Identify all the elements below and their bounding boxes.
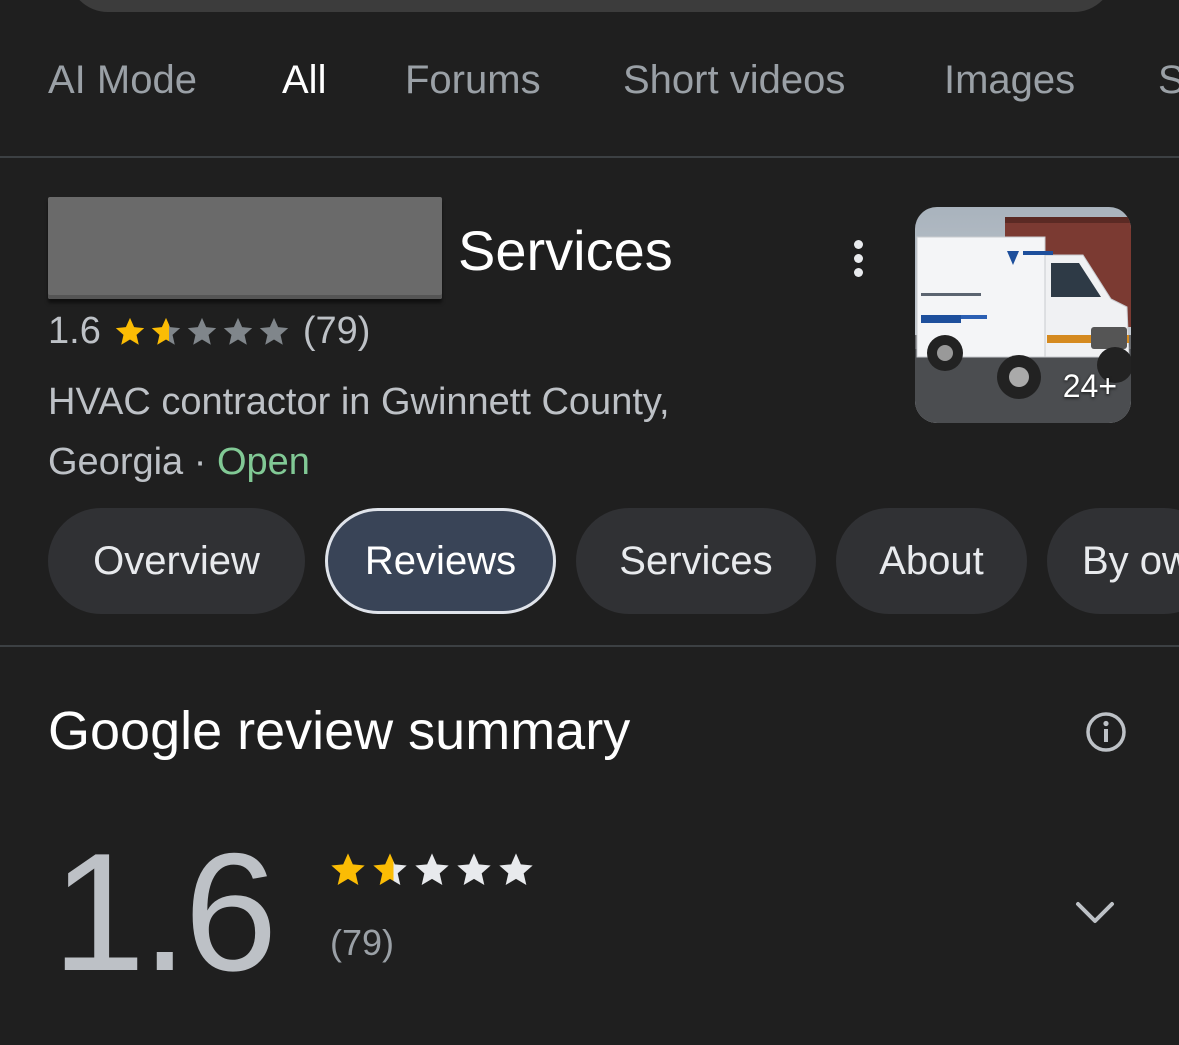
star-icon	[415, 853, 449, 885]
info-icon[interactable]	[1084, 710, 1128, 754]
summary-stars	[328, 850, 538, 890]
search-results-page: AI Mode All Forums Short videos Images S…	[0, 0, 1179, 1045]
photo-count: 24+	[1062, 368, 1117, 404]
business-category: HVAC contractor in Gwinnett County, Geor…	[48, 381, 670, 483]
business-photo[interactable]: 24+	[915, 207, 1131, 423]
star-icon	[259, 317, 288, 345]
chevron-down-icon[interactable]	[1072, 890, 1118, 936]
chip-overview[interactable]: Overview	[48, 508, 305, 614]
tab-forums[interactable]: Forums	[405, 58, 541, 103]
open-status[interactable]: Open	[217, 441, 310, 483]
star-icon	[187, 317, 216, 345]
business-name[interactable]: Services	[458, 218, 673, 283]
review-summary-title: Google review summary	[48, 701, 631, 761]
star-icon	[115, 317, 144, 345]
star-icon	[331, 853, 365, 885]
rating-value: 1.6	[48, 310, 101, 352]
tab-short-videos[interactable]: Short videos	[623, 58, 845, 103]
business-category-line: HVAC contractor in Gwinnett County, Geor…	[48, 372, 808, 492]
search-bar[interactable]	[68, 0, 1114, 12]
search-tabs: AI Mode All Forums Short videos Images S	[0, 40, 1179, 156]
review-count[interactable]: (79)	[303, 310, 371, 353]
redacted-business-name	[48, 197, 442, 299]
summary-review-count[interactable]: (79)	[330, 922, 394, 964]
chips-divider	[0, 645, 1179, 647]
star-icon	[151, 317, 180, 345]
tab-images[interactable]: Images	[944, 58, 1075, 103]
star-icon	[223, 317, 252, 345]
chip-about[interactable]: About	[836, 508, 1027, 614]
star-icon	[457, 853, 491, 885]
chip-reviews[interactable]: Reviews	[325, 508, 556, 614]
business-rating-line: 1.6 (79)	[48, 310, 370, 353]
tabs-divider	[0, 156, 1179, 158]
tab-shopping-partial[interactable]: S	[1158, 58, 1179, 103]
kebab-menu-icon[interactable]	[846, 240, 870, 284]
summary-rating-value: 1.6	[52, 818, 278, 1006]
tab-all[interactable]: All	[282, 58, 326, 103]
separator: ·	[193, 441, 207, 483]
star-icon	[373, 853, 407, 885]
chip-services[interactable]: Services	[576, 508, 816, 614]
chip-by-owner-partial[interactable]: By ow	[1047, 508, 1179, 614]
tab-ai-mode[interactable]: AI Mode	[48, 58, 197, 103]
star-icon	[499, 853, 533, 885]
rating-stars	[113, 315, 293, 349]
